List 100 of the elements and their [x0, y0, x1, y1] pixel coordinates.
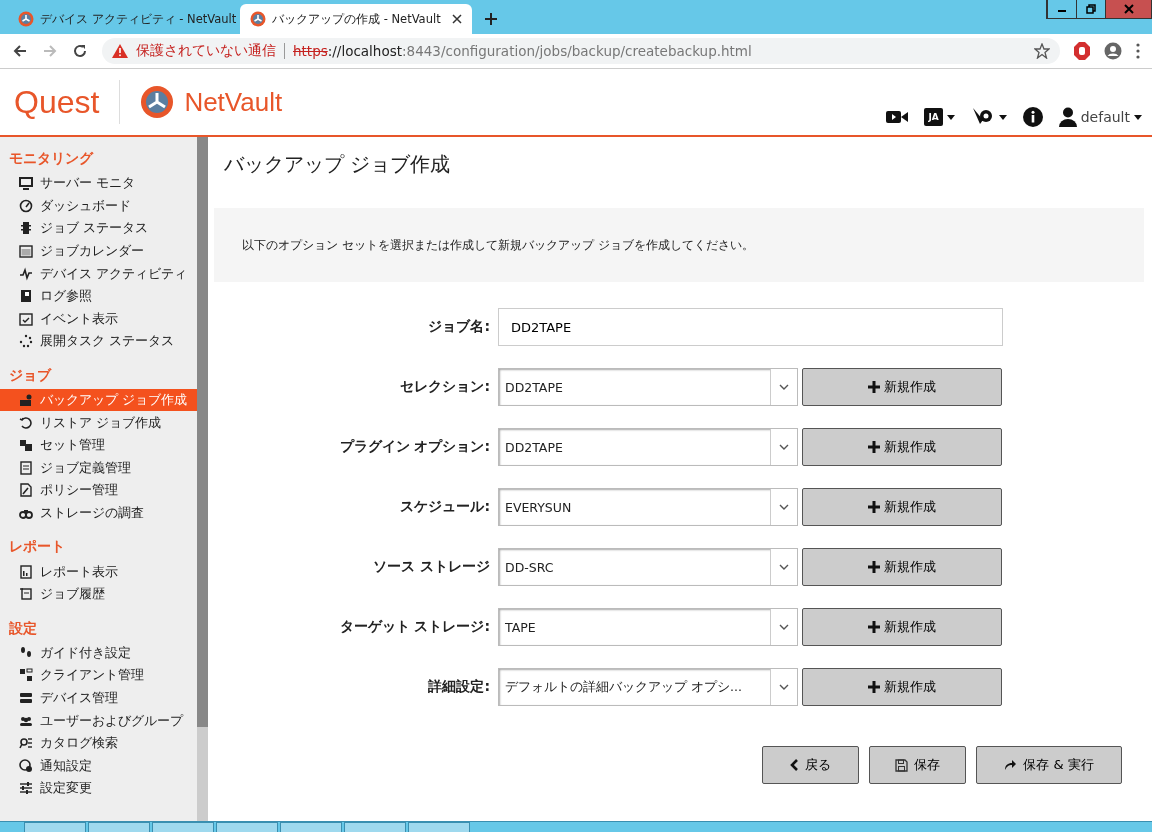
- close-icon: [1122, 4, 1135, 14]
- new-button[interactable]: 新規作成: [802, 608, 1002, 646]
- url-text: https://localhost:8443/configuration/jobs/backup/createbackup.html: [293, 43, 753, 59]
- sidebar-item[interactable]: ダッシュボード: [0, 194, 197, 218]
- stop-hand-icon[interactable]: [1074, 42, 1090, 60]
- chevron-left-icon: [790, 759, 799, 771]
- job-name-field[interactable]: DD2TAPE: [498, 308, 1003, 346]
- sidebar-item[interactable]: ポリシー管理: [0, 479, 197, 502]
- sidebar-item[interactable]: レポート表示: [0, 560, 197, 583]
- vault-logo-icon: [250, 11, 266, 27]
- sidebar-item[interactable]: デバイス管理: [0, 686, 197, 710]
- section-heading: モニタリング: [8, 150, 95, 168]
- sidebar-item[interactable]: ジョブカレンダー: [0, 239, 197, 263]
- book-icon: [19, 289, 33, 304]
- plus-icon: [868, 441, 880, 453]
- share-arrow-icon: [1004, 759, 1018, 771]
- browser-tab[interactable]: バックアップの作成 - NetVault: [240, 4, 472, 34]
- sidebar-item[interactable]: ガイド付き設定: [0, 641, 197, 665]
- sliders-icon: [19, 781, 33, 796]
- menu-icon[interactable]: [1136, 43, 1140, 59]
- sidebar-item[interactable]: ジョブ履歴: [0, 582, 197, 606]
- account-circle-icon[interactable]: [1104, 42, 1122, 60]
- catalog-search-icon: [19, 736, 33, 751]
- new-tab-icon[interactable]: [484, 12, 498, 26]
- traffic-light-icon: [19, 221, 33, 236]
- user-icon: [1058, 107, 1077, 127]
- report-icon: [19, 564, 33, 579]
- plus-icon: [868, 561, 880, 573]
- sidebar-item[interactable]: ジョブ定義管理: [0, 456, 197, 480]
- dropdown-field[interactable]: TAPE: [498, 608, 798, 646]
- monitor-icon: [19, 176, 33, 191]
- tab-title: デバイス アクティビティ - NetVault: [40, 11, 237, 27]
- sidebar-item[interactable]: セット管理: [0, 433, 197, 457]
- security-warning: 保護されていない通信: [136, 42, 276, 60]
- calendar-check-icon: [19, 311, 33, 326]
- back-arrow-icon[interactable]: [12, 43, 28, 59]
- field-label: セレクション:: [399, 378, 491, 396]
- sidebar-item[interactable]: ログ参照: [0, 284, 197, 308]
- sidebar-item[interactable]: サーバー モニタ: [0, 172, 197, 195]
- section-heading: ジョブ: [8, 366, 53, 385]
- back-button[interactable]: 戻る: [762, 746, 859, 784]
- sidebar-item[interactable]: 通知設定: [0, 754, 197, 778]
- dropdown-field[interactable]: DD-SRC: [498, 548, 798, 586]
- sidebar-item[interactable]: 展開タスク ステータス: [0, 330, 197, 353]
- sidebar-item[interactable]: カタログ検索: [0, 731, 197, 755]
- dropdown-field[interactable]: DD2TAPE: [498, 368, 798, 406]
- chevron-down-icon: [779, 444, 789, 450]
- video-camera-icon[interactable]: [886, 110, 909, 124]
- vault-logo-icon: [18, 11, 34, 27]
- caret-icon: [1134, 114, 1142, 120]
- sidebar-item[interactable]: デバイス アクティビティ: [0, 262, 197, 285]
- caret-icon: [946, 114, 955, 120]
- sidebar-item[interactable]: ジョブ ステータス: [0, 217, 197, 240]
- product-name: NetVault: [184, 86, 283, 118]
- close-button[interactable]: [1105, 0, 1151, 18]
- caret-icon: [998, 114, 1007, 120]
- server-icon: [19, 691, 33, 705]
- policy-document-icon: [19, 483, 33, 498]
- restore-icon: [1086, 4, 1096, 14]
- sidebar-item[interactable]: クライアント管理: [0, 664, 197, 687]
- chevron-down-icon: [779, 504, 789, 510]
- sidebar-item[interactable]: ユーザーおよびグループ: [0, 709, 197, 732]
- sidebar-item[interactable]: ストレージの調査: [0, 501, 197, 525]
- sidebar-item[interactable]: イベント表示: [0, 307, 197, 331]
- info-text: 以下のオプション セットを選択または作成して新規バックアップ ジョブを作成してください。: [242, 236, 754, 254]
- new-button[interactable]: 新規作成: [802, 428, 1002, 466]
- dropdown-field[interactable]: EVERYSUN: [498, 488, 798, 526]
- tab-title: バックアップの作成 - NetVault: [272, 11, 442, 27]
- field-label: ジョブ名:: [427, 318, 491, 336]
- section-heading: 設定: [8, 619, 38, 638]
- puzzle-icon: [19, 438, 33, 453]
- vault-logo-icon: [140, 85, 175, 119]
- calendar-icon: [19, 244, 33, 259]
- footprints-icon: [19, 645, 33, 660]
- reload-icon[interactable]: [72, 43, 88, 59]
- plus-icon: [868, 501, 880, 513]
- run-button[interactable]: 保存 & 実行: [976, 746, 1122, 784]
- field-label: ソース ストレージ: [372, 558, 491, 576]
- info-icon[interactable]: [1022, 107, 1043, 127]
- star-icon[interactable]: [1034, 43, 1050, 59]
- close-icon[interactable]: [452, 14, 462, 24]
- scrollbar-thumb[interactable]: [197, 137, 208, 727]
- address-field[interactable]: 保護されていない通信 https://localhost:8443/configuration/jobs/backup/createbackup.html: [102, 38, 1060, 64]
- dropdown-field[interactable]: DD2TAPE: [498, 428, 798, 466]
- sidebar-item[interactable]: リストア ジョブ作成: [0, 411, 197, 434]
- spinner-icon: [19, 334, 33, 349]
- save-button[interactable]: 保存: [869, 746, 966, 784]
- chevron-down-icon: [779, 564, 789, 570]
- backup-icon: [19, 393, 33, 408]
- new-button[interactable]: 新規作成: [802, 548, 1002, 586]
- restore-icon: [19, 415, 33, 430]
- new-button[interactable]: 新規作成: [802, 668, 1002, 706]
- page-title: バックアップ ジョブ作成: [224, 151, 452, 178]
- new-button[interactable]: 新規作成: [802, 488, 1002, 526]
- user-menu[interactable]: default: [1058, 107, 1142, 127]
- new-button[interactable]: 新規作成: [802, 368, 1002, 406]
- chevron-down-icon: [779, 684, 789, 690]
- dropdown-field[interactable]: デフォルトの詳細バックアップ オプシ...: [498, 668, 798, 706]
- scroll-icon: [19, 587, 33, 602]
- sidebar-item[interactable]: 設定変更: [0, 777, 197, 800]
